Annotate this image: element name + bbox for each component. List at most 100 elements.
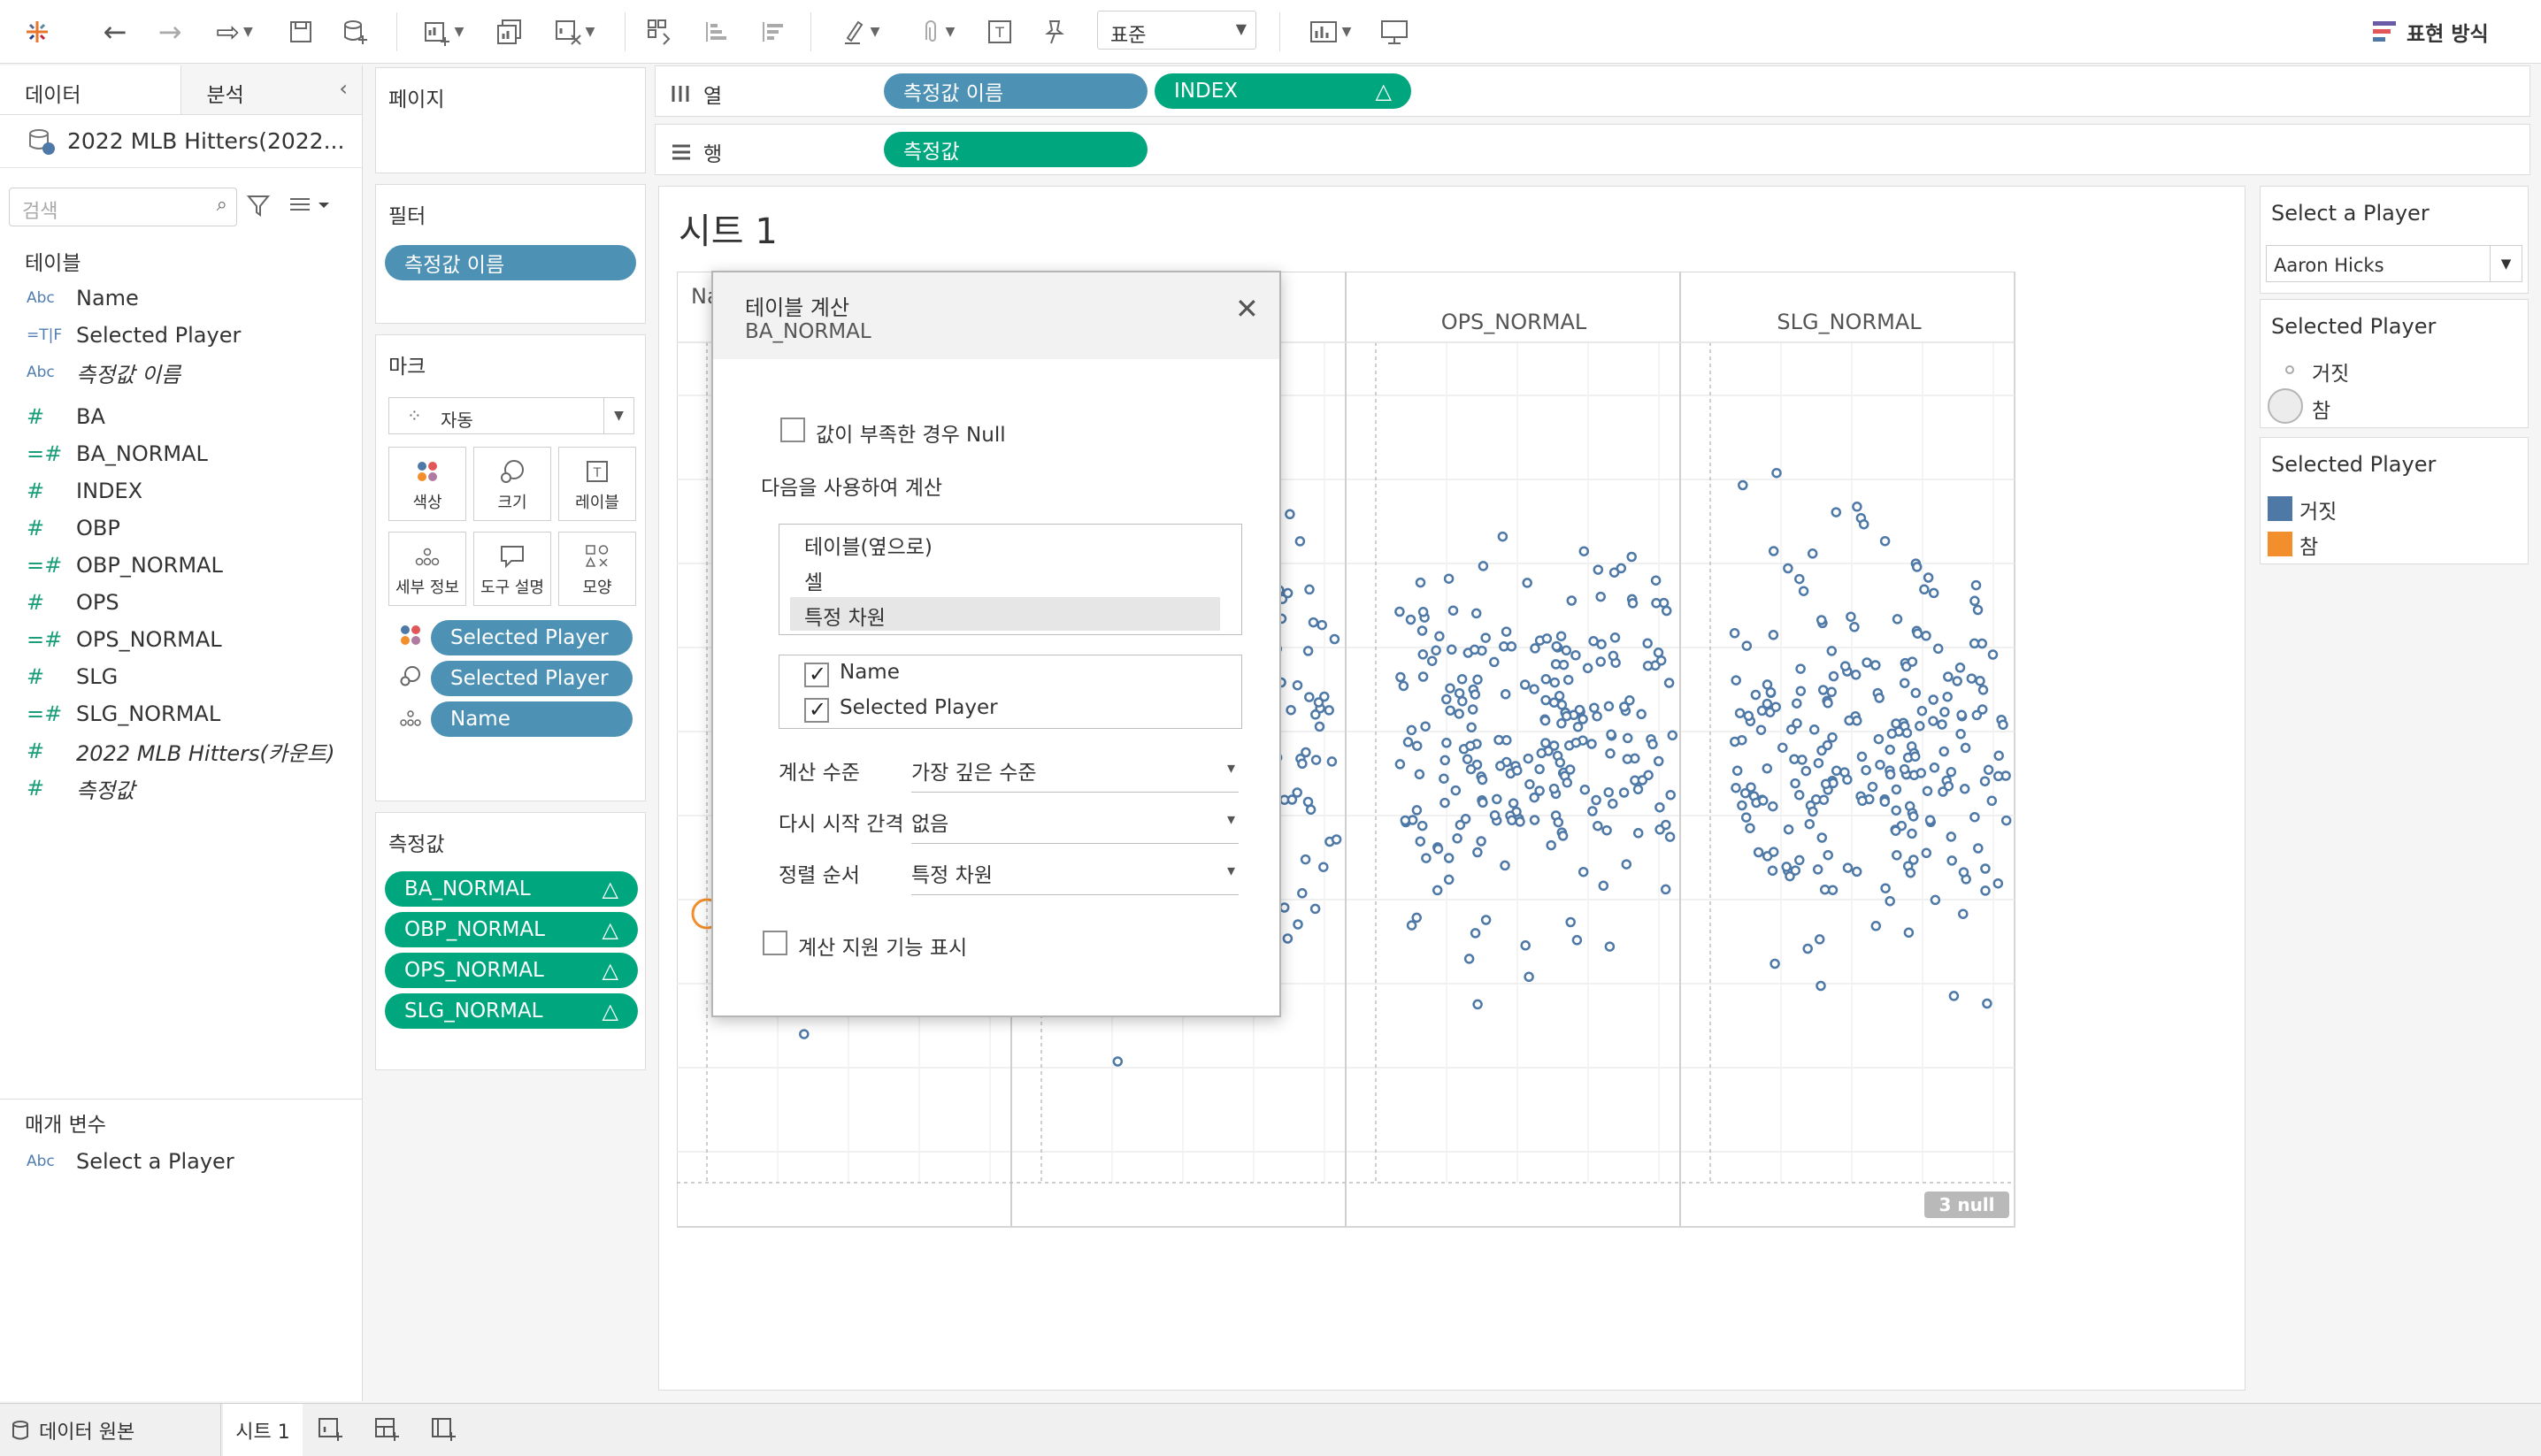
scatter-point[interactable] bbox=[1546, 839, 1556, 851]
scatter-point[interactable] bbox=[1441, 694, 1452, 705]
color-button[interactable]: 색상 bbox=[388, 447, 466, 521]
scatter-point[interactable] bbox=[1850, 670, 1862, 680]
scatter-point[interactable] bbox=[1861, 764, 1871, 776]
scatter-point[interactable] bbox=[1650, 575, 1662, 586]
datasource-tab[interactable]: 데이터 원본 bbox=[0, 1404, 221, 1456]
scatter-point[interactable] bbox=[1540, 694, 1551, 706]
scatter-point[interactable] bbox=[1588, 636, 1599, 647]
fit-select[interactable]: 표준 ▼ bbox=[1097, 11, 1256, 50]
player-select[interactable]: Aaron Hicks ▼ bbox=[2266, 245, 2522, 282]
color-encoding-pill[interactable]: Selected Player bbox=[431, 620, 633, 655]
scatter-point[interactable] bbox=[1420, 721, 1431, 732]
scatter-point[interactable] bbox=[1794, 573, 1805, 585]
scatter-point[interactable] bbox=[1826, 686, 1837, 698]
scatter-point[interactable] bbox=[1500, 860, 1510, 871]
scatter-point[interactable] bbox=[1561, 645, 1572, 656]
scatter-point[interactable] bbox=[1395, 671, 1406, 683]
scatter-point[interactable] bbox=[1739, 787, 1751, 799]
scatter-point[interactable] bbox=[1561, 710, 1572, 722]
scatter-point[interactable] bbox=[1948, 991, 1960, 1001]
scatter-point[interactable] bbox=[1653, 755, 1664, 767]
scatter-point[interactable] bbox=[1647, 739, 1658, 750]
scatter-point[interactable] bbox=[1626, 551, 1637, 563]
scatter-point[interactable] bbox=[1508, 798, 1519, 808]
scatter-point[interactable] bbox=[1439, 755, 1450, 766]
scatter-point[interactable] bbox=[1856, 751, 1868, 762]
field-record-count[interactable]: #2022 MLB Hitters(카운트) bbox=[27, 734, 335, 768]
scatter-point[interactable] bbox=[2000, 815, 2012, 826]
measure-pill-ops-normal[interactable]: OPS_NORMAL △ bbox=[385, 953, 638, 988]
scatter-point[interactable] bbox=[1326, 756, 1338, 767]
scatter-point[interactable] bbox=[1768, 630, 1779, 640]
scatter-point[interactable] bbox=[1664, 831, 1676, 842]
tab-data[interactable]: 데이터 bbox=[0, 65, 180, 114]
scatter-point[interactable] bbox=[1278, 902, 1290, 913]
scatter-point[interactable] bbox=[1589, 702, 1600, 713]
dimension-selected-player-checkbox[interactable] bbox=[804, 697, 829, 723]
field-measure-names[interactable]: Abc 측정값 이름 bbox=[27, 356, 180, 389]
scatter-point[interactable] bbox=[1519, 679, 1531, 690]
level-select[interactable]: 가장 깊은 수준 bbox=[911, 748, 1239, 793]
scatter-point[interactable] bbox=[1400, 815, 1411, 826]
scatter-point[interactable] bbox=[1587, 806, 1598, 816]
scatter-point[interactable] bbox=[1817, 685, 1829, 695]
scatter-point[interactable] bbox=[1729, 628, 1740, 639]
scatter-point[interactable] bbox=[1454, 687, 1465, 699]
scatter-point[interactable] bbox=[1285, 509, 1295, 520]
scatter-point[interactable] bbox=[1923, 572, 1934, 583]
scatter-point[interactable] bbox=[1402, 737, 1414, 747]
scatter-point[interactable] bbox=[1605, 748, 1616, 759]
scatter-point[interactable] bbox=[1804, 818, 1816, 830]
scatter-point[interactable] bbox=[1980, 885, 1991, 896]
scatter-point[interactable] bbox=[1398, 680, 1409, 692]
scatter-point[interactable] bbox=[1570, 650, 1581, 661]
sheet-tab[interactable]: 시트 1 bbox=[223, 1404, 303, 1456]
scatter-point[interactable] bbox=[1661, 819, 1671, 831]
scatter-point[interactable] bbox=[1932, 643, 1944, 655]
scatter-point[interactable] bbox=[1977, 685, 1989, 695]
scatter-point[interactable] bbox=[1565, 916, 1576, 928]
scatter-point[interactable] bbox=[1297, 888, 1308, 899]
scatter-point[interactable] bbox=[1911, 562, 1923, 572]
filters-card[interactable]: 필터 측정값 이름 bbox=[375, 184, 646, 324]
scatter-point[interactable] bbox=[1969, 595, 1980, 607]
scatter-point[interactable] bbox=[1915, 721, 1925, 732]
group-members-icon[interactable]: ▼ bbox=[908, 9, 966, 55]
fix-axes-icon[interactable] bbox=[1035, 9, 1074, 55]
scatter-point[interactable] bbox=[1983, 764, 1994, 776]
measure-pill-ba-normal[interactable]: BA_NORMAL △ bbox=[385, 871, 638, 907]
scatter-point[interactable] bbox=[1831, 765, 1842, 777]
field-slg-normal[interactable]: =# SLG_NORMAL bbox=[27, 697, 220, 731]
scatter-point[interactable] bbox=[1771, 467, 1782, 479]
scatter-point[interactable] bbox=[1578, 546, 1590, 556]
scatter-point[interactable] bbox=[1457, 696, 1468, 707]
scatter-point[interactable] bbox=[1548, 783, 1560, 794]
show-cards-icon[interactable]: ▼ bbox=[1299, 9, 1361, 55]
scatter-point[interactable] bbox=[1987, 649, 1999, 660]
scatter-point[interactable] bbox=[1731, 765, 1743, 777]
scatter-point[interactable] bbox=[1891, 784, 1902, 795]
scatter-point[interactable] bbox=[1411, 912, 1422, 923]
scatter-point[interactable] bbox=[1467, 704, 1478, 715]
scatter-point[interactable] bbox=[1783, 824, 1794, 835]
columns-pill-index[interactable]: INDEX △ bbox=[1155, 73, 1411, 109]
tab-analysis[interactable]: 분석 bbox=[180, 65, 362, 114]
scatter-point[interactable] bbox=[1952, 676, 1962, 686]
save-icon[interactable] bbox=[281, 9, 320, 55]
scatter-point[interactable] bbox=[1979, 776, 1991, 786]
swap-rows-columns-icon[interactable] bbox=[641, 9, 679, 55]
datasource-row[interactable]: 2022 MLB Hitters(2022... bbox=[0, 115, 362, 168]
scatter-point[interactable] bbox=[1497, 531, 1508, 542]
scatter-point[interactable] bbox=[1507, 815, 1517, 826]
scatter-point[interactable] bbox=[1405, 614, 1416, 625]
scatter-point[interactable] bbox=[1317, 619, 1327, 631]
scatter-point[interactable] bbox=[1823, 849, 1833, 861]
scatter-point[interactable] bbox=[1768, 801, 1778, 812]
scatter-point[interactable] bbox=[1642, 660, 1654, 671]
scatter-point[interactable] bbox=[1816, 615, 1827, 625]
scatter-point[interactable] bbox=[1304, 584, 1315, 595]
scatter-point[interactable] bbox=[1432, 885, 1443, 896]
scatter-point[interactable] bbox=[1795, 663, 1806, 674]
scatter-point[interactable] bbox=[1596, 639, 1607, 650]
replay-icon[interactable]: ⇨ ▼ bbox=[205, 9, 264, 55]
